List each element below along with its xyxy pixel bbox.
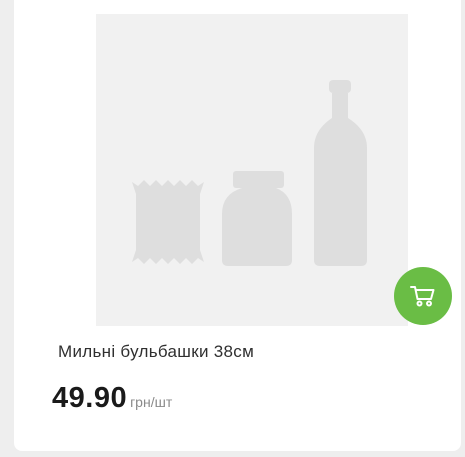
cart-icon <box>410 286 435 307</box>
price-unit: грн/шт <box>130 394 173 410</box>
price-value: 49.90 <box>52 382 128 414</box>
product-placeholder-icon <box>132 80 367 266</box>
price: 49.90 грн/шт <box>52 382 172 415</box>
product-image[interactable] <box>96 14 408 326</box>
product-card[interactable]: Мильні бульбашки 38см 49.90 грн/шт <box>14 0 461 451</box>
product-name[interactable]: Мильні бульбашки 38см <box>58 342 254 362</box>
add-to-cart-button[interactable] <box>394 267 452 325</box>
